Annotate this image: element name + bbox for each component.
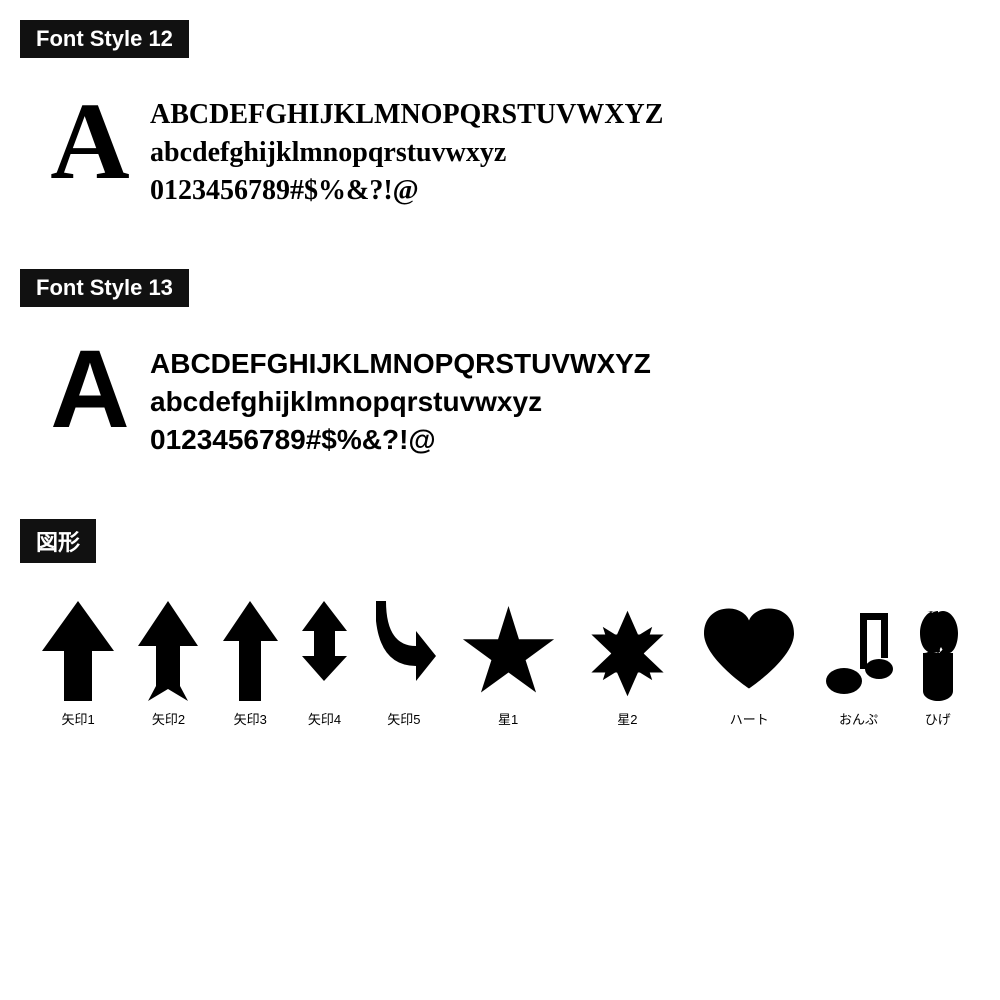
- arrow3-label: 矢印3: [234, 709, 267, 728]
- shape-arrow3: 矢印3: [223, 601, 278, 728]
- arrow3-icon: [223, 601, 278, 701]
- arrow5-icon: [371, 601, 436, 701]
- arrow1-icon: [42, 601, 114, 701]
- shapes-label: 図形: [20, 519, 96, 563]
- font-style-12-lowercase: abcdefghijklmnopqrstuvwxyz: [150, 134, 663, 172]
- shape-arrow2: 矢印2: [138, 601, 198, 728]
- font-style-12-section: Font Style 12 A ABCDEFGHIJKLMNOPQRSTUVWX…: [20, 20, 980, 229]
- music-icon: [824, 601, 894, 701]
- shape-mustache: ひげ: [918, 601, 958, 728]
- shape-star1: 星1: [461, 606, 556, 728]
- font-style-12-demo: A ABCDEFGHIJKLMNOPQRSTUVWXYZ abcdefghijk…: [20, 76, 980, 229]
- font-style-13-uppercase: ABCDEFGHIJKLMNOPQRSTUVWXYZ: [150, 345, 651, 383]
- font-style-13-demo: A ABCDEFGHIJKLMNOPQRSTUVWXYZ abcdefghijk…: [20, 325, 980, 478]
- arrow5-label: 矢印5: [387, 709, 420, 728]
- arrow4-label: 矢印4: [308, 709, 341, 728]
- page: Font Style 12 A ABCDEFGHIJKLMNOPQRSTUVWX…: [0, 0, 1000, 758]
- font-style-12-charlines: ABCDEFGHIJKLMNOPQRSTUVWXYZ abcdefghijklm…: [150, 86, 663, 209]
- star1-icon: [461, 606, 556, 701]
- font-style-13-numbers: 0123456789#$%&?!@: [150, 421, 651, 459]
- star1-label: 星1: [498, 709, 518, 728]
- shape-arrow5: 矢印5: [371, 601, 436, 728]
- shape-music: おんぷ: [824, 601, 894, 728]
- font-style-13-big-letter: A: [40, 335, 140, 445]
- font-style-12-big-letter: A: [40, 86, 140, 196]
- arrow1-label: 矢印1: [62, 709, 95, 728]
- mustache-icon: [918, 601, 958, 701]
- heart-label: ハート: [730, 709, 769, 728]
- font-style-12-numbers: 0123456789#$%&?!@: [150, 172, 663, 210]
- arrow4-icon: [302, 601, 347, 701]
- font-style-13-lowercase: abcdefghijklmnopqrstuvwxyz: [150, 383, 651, 421]
- arrow2-label: 矢印2: [152, 709, 185, 728]
- heart-icon: [699, 606, 799, 701]
- shape-heart: ハート: [699, 606, 799, 728]
- shapes-grid: 矢印1 矢印2 矢印3: [20, 581, 980, 728]
- font-style-13-charlines: ABCDEFGHIJKLMNOPQRSTUVWXYZ abcdefghijklm…: [150, 335, 651, 458]
- shape-arrow4: 矢印4: [302, 601, 347, 728]
- music-label: おんぷ: [839, 709, 878, 728]
- font-style-12-uppercase: ABCDEFGHIJKLMNOPQRSTUVWXYZ: [150, 96, 663, 134]
- mustache-label: ひげ: [925, 709, 951, 728]
- font-style-12-label: Font Style 12: [20, 20, 189, 58]
- shape-star2: 星2: [580, 606, 675, 728]
- shapes-section: 図形 矢印1 矢印2: [20, 519, 980, 728]
- shape-arrow1: 矢印1: [42, 601, 114, 728]
- star2-icon: [580, 606, 675, 701]
- arrow2-icon: [138, 601, 198, 701]
- star2-label: 星2: [617, 709, 637, 728]
- font-style-13-label: Font Style 13: [20, 269, 189, 307]
- font-style-13-section: Font Style 13 A ABCDEFGHIJKLMNOPQRSTUVWX…: [20, 269, 980, 478]
